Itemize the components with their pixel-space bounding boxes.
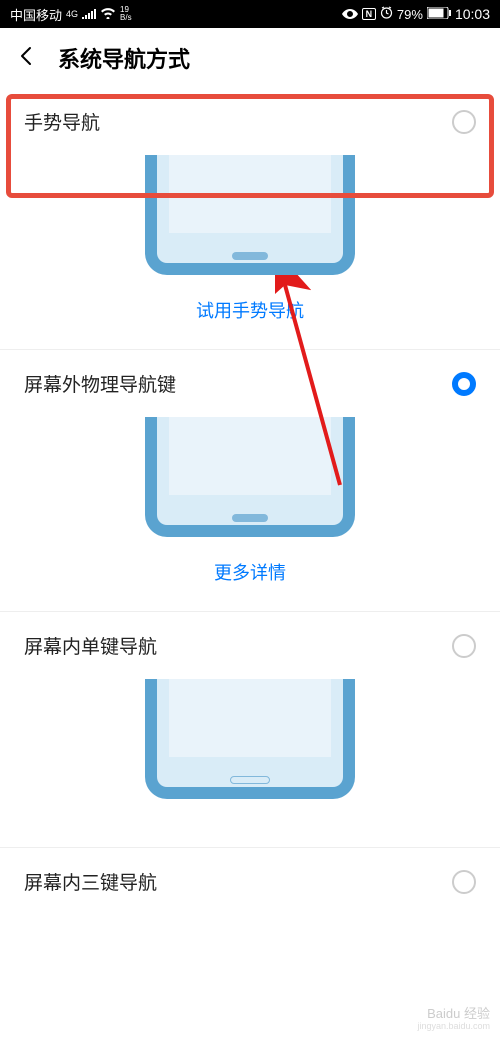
back-icon[interactable] [16,43,38,74]
radio-unchecked-icon[interactable] [452,110,476,134]
phone-illustration-physical [145,417,355,537]
radio-checked-icon[interactable] [452,372,476,396]
eye-icon [342,7,358,22]
option-gesture-nav[interactable]: 手势导航 [0,88,500,155]
option-label: 屏幕内三键导航 [24,868,157,895]
option-label: 屏幕外物理导航键 [24,370,176,397]
page-header: 系统导航方式 [0,28,500,88]
phone-illustration-single [145,679,355,799]
status-bar: 中国移动 4G 19 B/s N 79% 10:03 [0,0,500,28]
more-details-link[interactable]: 更多详情 [214,563,286,583]
option-three-key-nav[interactable]: 屏幕内三键导航 [0,848,500,915]
option-label: 屏幕内单键导航 [24,632,157,659]
content: 手势导航 试用手势导航 屏幕外物理导航键 更多详情 屏幕内单键导航 屏幕内三键导… [0,88,500,935]
carrier-label: 中国移动 [10,5,62,24]
link-row: 更多详情 [0,537,500,611]
option-physical-nav[interactable]: 屏幕外物理导航键 [0,350,500,417]
link-row [0,799,500,847]
status-right: N 79% 10:03 [342,6,490,22]
alarm-icon [380,6,393,22]
radio-unchecked-icon[interactable] [452,634,476,658]
network-type: 4G [66,9,78,19]
watermark-sub: jingyan.baidu.com [417,1021,490,1032]
link-row: 试用手势导航 [0,275,500,349]
page-title: 系统导航方式 [58,42,190,74]
nfc-icon: N [362,8,376,20]
option-single-key-nav[interactable]: 屏幕内单键导航 [0,612,500,679]
status-left: 中国移动 4G 19 B/s [10,5,132,24]
radio-unchecked-icon[interactable] [452,870,476,894]
watermark: Baidu 经验 jingyan.baidu.com [417,1006,490,1032]
battery-percent: 79% [397,7,423,22]
wifi-icon [100,7,116,22]
try-gesture-link[interactable]: 试用手势导航 [196,301,304,321]
net-speed: 19 B/s [120,6,132,22]
signal-icon [82,7,96,22]
watermark-main: Baidu 经验 [417,1006,490,1022]
phone-illustration-gesture [145,155,355,275]
option-label: 手势导航 [24,108,100,135]
battery-icon [427,7,451,22]
time-label: 10:03 [455,6,490,22]
